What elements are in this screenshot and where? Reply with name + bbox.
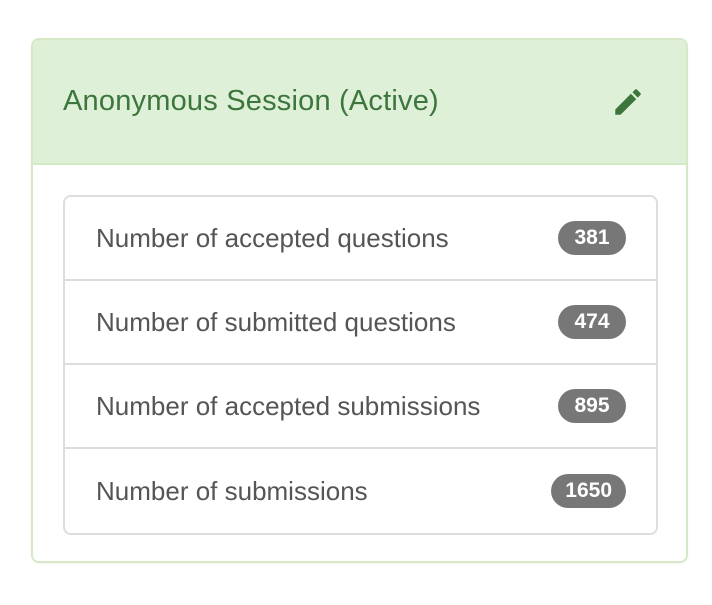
list-item-label: Number of accepted submissions xyxy=(96,390,481,421)
count-badge: 381 xyxy=(558,221,626,255)
list-item-label: Number of submissions xyxy=(96,475,368,506)
list-item-accepted-questions: Number of accepted questions 381 xyxy=(65,197,656,281)
session-title: Anonymous Session (Active) xyxy=(63,85,439,117)
list-item-submissions: Number of submissions 1650 xyxy=(65,449,656,533)
list-item-accepted-submissions: Number of accepted submissions 895 xyxy=(65,365,656,449)
panel-heading: Anonymous Session (Active) xyxy=(33,40,686,165)
list-item-label: Number of accepted questions xyxy=(96,222,449,253)
stats-list: Number of accepted questions 381 Number … xyxy=(63,195,658,535)
count-badge: 1650 xyxy=(551,474,626,508)
list-item-label: Number of submitted questions xyxy=(96,306,456,337)
list-item-submitted-questions: Number of submitted questions 474 xyxy=(65,281,656,365)
count-badge: 474 xyxy=(558,305,626,339)
panel-body: Number of accepted questions 381 Number … xyxy=(33,165,686,535)
edit-session-button[interactable] xyxy=(608,82,648,122)
count-badge: 895 xyxy=(558,389,626,423)
session-panel: Anonymous Session (Active) Number of acc… xyxy=(31,38,688,563)
pencil-icon xyxy=(615,88,641,115)
